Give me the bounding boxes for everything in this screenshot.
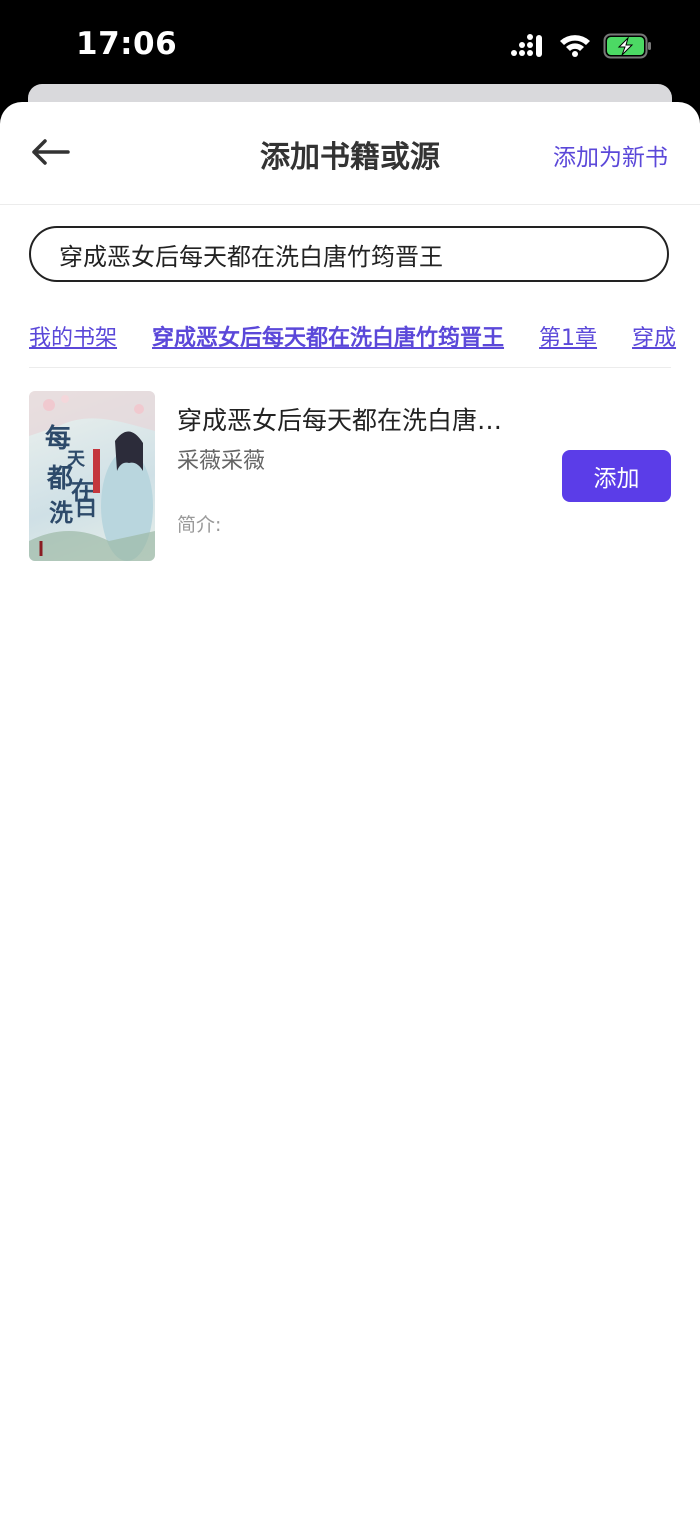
- breadcrumb-book[interactable]: 穿成恶女后每天都在洗白唐竹筠晋王: [152, 320, 504, 352]
- breadcrumb: 我的书架 穿成恶女后每天都在洗白唐竹筠晋王 第1章 穿成: [29, 320, 700, 356]
- breadcrumb-next[interactable]: 穿成: [632, 320, 676, 352]
- battery-charging-icon: [603, 33, 651, 59]
- status-time: 17:06: [76, 26, 178, 62]
- breadcrumb-bookshelf[interactable]: 我的书架: [29, 320, 117, 352]
- cover-illustration: 每 天 都 在 洗 白: [29, 391, 155, 561]
- search-input-value: 穿成恶女后每天都在洗白唐竹筠晋王: [59, 242, 443, 271]
- book-title[interactable]: 穿成恶女后每天都在洗白唐…: [177, 401, 537, 437]
- cellular-signal-icon: [511, 34, 542, 57]
- add-as-new-book-button[interactable]: 添加为新书: [553, 138, 668, 172]
- divider: [29, 367, 671, 368]
- svg-text:都: 都: [46, 464, 73, 494]
- navigation-bar: 添加书籍或源 添加为新书: [0, 102, 700, 205]
- breadcrumb-chapter[interactable]: 第1章: [539, 320, 597, 352]
- modal-sheet: 添加书籍或源 添加为新书 穿成恶女后每天都在洗白唐竹筠晋王 我的书架 穿成恶女后…: [0, 102, 700, 1514]
- book-author: 采薇采薇: [177, 449, 266, 474]
- book-cover-image: 每 天 都 在 洗 白: [29, 391, 155, 561]
- book-result-item: 每 天 都 在 洗 白 穿成恶女后每天都在洗白唐… 采薇采薇 简介: 添加: [0, 387, 700, 567]
- search-input[interactable]: 穿成恶女后每天都在洗白唐竹筠晋王: [29, 226, 669, 282]
- svg-text:洗: 洗: [49, 498, 73, 527]
- wifi-icon: [560, 35, 590, 57]
- svg-text:白: 白: [75, 495, 97, 521]
- status-bar: 17:06: [0, 0, 700, 92]
- add-book-button[interactable]: 添加: [562, 450, 671, 502]
- book-intro-label: 简介:: [177, 514, 222, 536]
